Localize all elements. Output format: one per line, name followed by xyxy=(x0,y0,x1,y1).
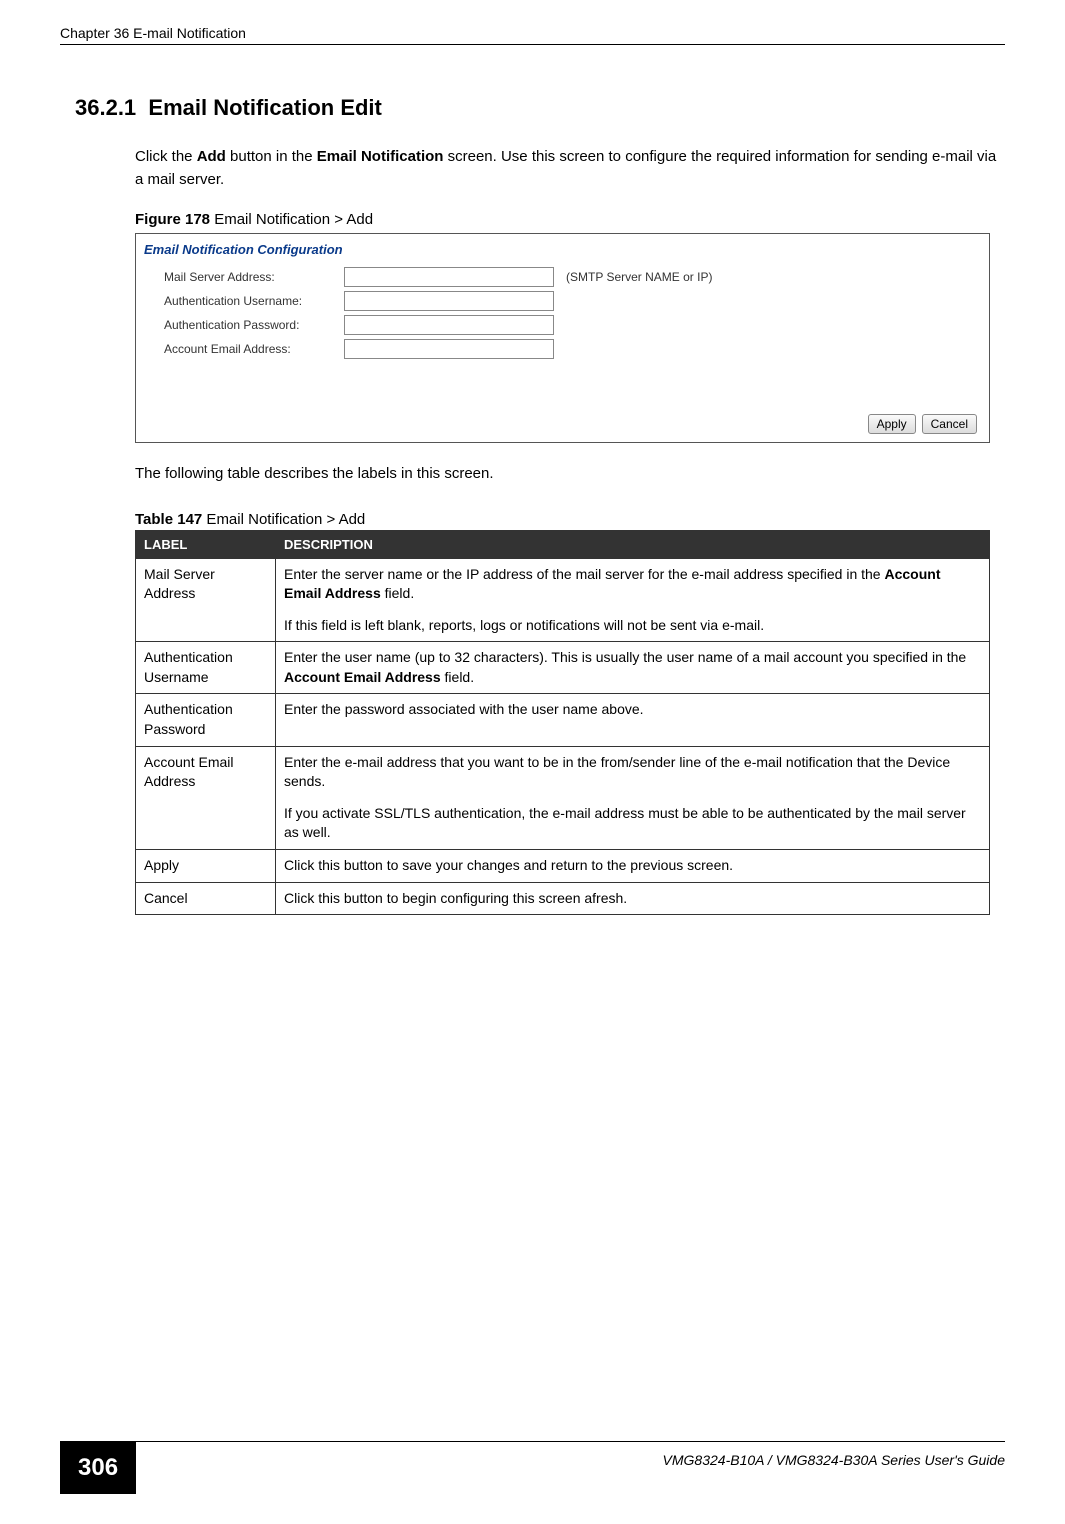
table-row: Mail Server Address Enter the server nam… xyxy=(136,558,990,642)
apply-button[interactable]: Apply xyxy=(868,414,916,434)
figure-row-auth-user: Authentication Username: xyxy=(144,291,981,311)
figure-row-auth-pass: Authentication Password: xyxy=(144,315,981,335)
table-row: Cancel Click this button to begin config… xyxy=(136,882,990,915)
page-number: 306 xyxy=(60,1442,136,1494)
auth-user-input[interactable] xyxy=(344,291,554,311)
figure-button-row: Apply Cancel xyxy=(144,414,981,434)
section-heading: 36.2.1 Email Notification Edit xyxy=(75,95,1005,121)
cell-label: Authentication Password xyxy=(136,694,276,746)
page-header: Chapter 36 E-mail Notification xyxy=(60,0,1005,45)
auth-pass-input[interactable] xyxy=(344,315,554,335)
table-row: Apply Click this button to save your cha… xyxy=(136,850,990,883)
cell-label: Authentication Username xyxy=(136,642,276,694)
cell-label: Cancel xyxy=(136,882,276,915)
guide-name: VMG8324-B10A / VMG8324-B30A Series User'… xyxy=(663,1442,1005,1468)
table-row: Authentication Password Enter the passwo… xyxy=(136,694,990,746)
mail-server-input[interactable] xyxy=(344,267,554,287)
cell-desc: Enter the user name (up to 32 characters… xyxy=(276,642,990,694)
cell-desc: Click this button to begin configuring t… xyxy=(276,882,990,915)
account-email-label: Account Email Address: xyxy=(144,342,344,356)
table-header-row: LABEL DESCRIPTION xyxy=(136,530,990,558)
cell-desc: Click this button to save your changes a… xyxy=(276,850,990,883)
chapter-title: Chapter 36 E-mail Notification xyxy=(60,25,246,41)
table-row: Account Email Address Enter the e-mail a… xyxy=(136,746,990,849)
th-description: DESCRIPTION xyxy=(276,530,990,558)
figure-row-account-email: Account Email Address: xyxy=(144,339,981,359)
auth-user-label: Authentication Username: xyxy=(144,294,344,308)
auth-pass-label: Authentication Password: xyxy=(144,318,344,332)
figure-caption: Figure 178 Email Notification > Add xyxy=(135,211,1005,228)
cell-label: Mail Server Address xyxy=(136,558,276,642)
mail-server-label: Mail Server Address: xyxy=(144,270,344,284)
cell-label: Account Email Address xyxy=(136,746,276,849)
cell-label: Apply xyxy=(136,850,276,883)
description-table: LABEL DESCRIPTION Mail Server Address En… xyxy=(135,530,990,916)
table-caption: Table 147 Email Notification > Add xyxy=(135,511,1005,528)
cell-desc: Enter the password associated with the u… xyxy=(276,694,990,746)
figure-panel-title: Email Notification Configuration xyxy=(144,242,981,257)
table-intro: The following table describes the labels… xyxy=(135,463,1005,486)
figure-row-mail-server: Mail Server Address: (SMTP Server NAME o… xyxy=(144,267,981,287)
account-email-input[interactable] xyxy=(344,339,554,359)
table-row: Authentication Username Enter the user n… xyxy=(136,642,990,694)
cell-desc: Enter the e-mail address that you want t… xyxy=(276,746,990,849)
cell-desc: Enter the server name or the IP address … xyxy=(276,558,990,642)
mail-server-hint: (SMTP Server NAME or IP) xyxy=(566,270,712,284)
section-number: 36.2.1 xyxy=(75,95,136,120)
page-footer: 306 VMG8324-B10A / VMG8324-B30A Series U… xyxy=(0,1441,1065,1494)
section-title: Email Notification Edit xyxy=(148,95,381,120)
th-label: LABEL xyxy=(136,530,276,558)
cancel-button[interactable]: Cancel xyxy=(922,414,977,434)
intro-paragraph: Click the Add button in the Email Notifi… xyxy=(135,146,1005,191)
figure-screenshot: Email Notification Configuration Mail Se… xyxy=(135,233,990,443)
